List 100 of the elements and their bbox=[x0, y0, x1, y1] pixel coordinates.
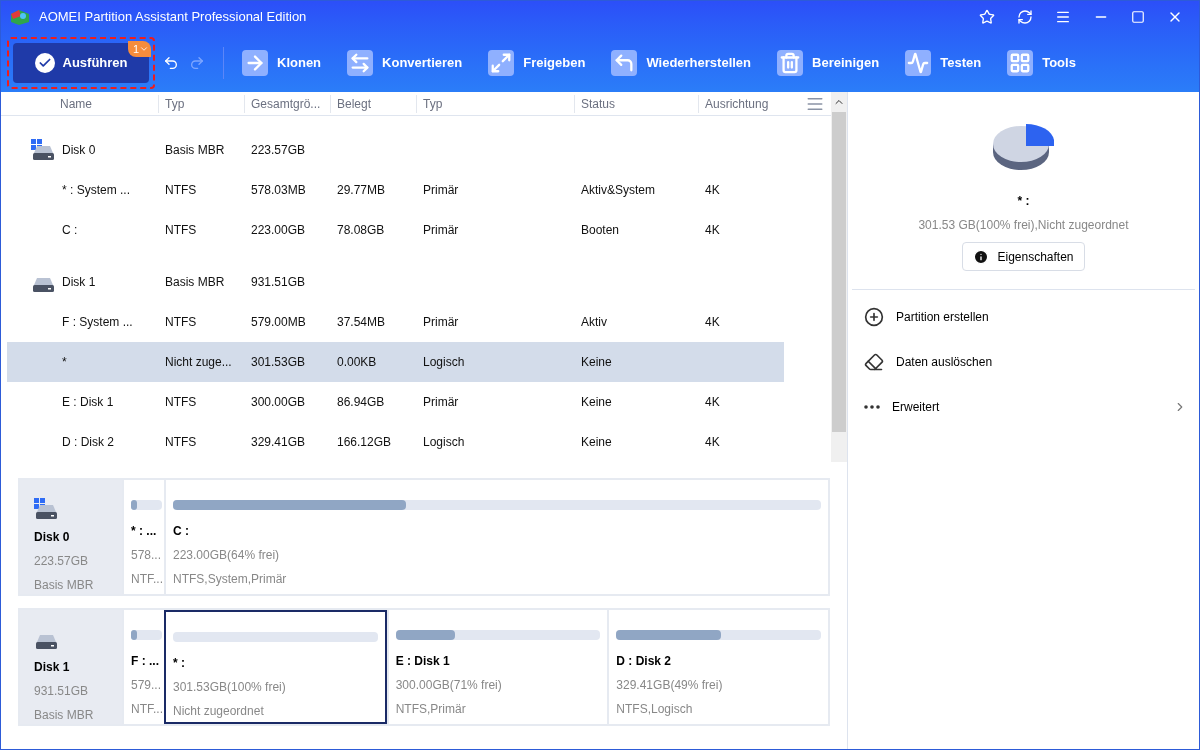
table-cell: 86.94GB bbox=[337, 395, 385, 409]
star-icon[interactable] bbox=[979, 9, 995, 25]
column-header[interactable]: Status bbox=[574, 94, 698, 113]
toolbar-tool[interactable]: Freigeben bbox=[488, 49, 586, 76]
table-cell: 329.41GB bbox=[251, 435, 306, 449]
partition-block[interactable]: * : 301.53GB(100% frei) Nicht zugeordnet bbox=[164, 610, 387, 724]
disk-type: Basis MBR bbox=[34, 577, 95, 594]
table-row[interactable]: * : System ... NTFS 578.03MB 29.77MB Primär Aktiv&System 4K bbox=[7, 170, 784, 210]
table-cell: NTFS bbox=[165, 435, 197, 449]
table-cell: 578.03MB bbox=[251, 183, 306, 197]
table-cell-text: E : Disk 1 bbox=[62, 394, 114, 411]
table-cell: 29.77MB bbox=[337, 183, 386, 197]
column-header[interactable]: Ausrichtung bbox=[698, 94, 784, 113]
partition-size: 329.41GB(49% frei) bbox=[616, 677, 724, 694]
table-cell: Keine bbox=[581, 395, 612, 409]
selected-partition-name: * : bbox=[1017, 193, 1030, 210]
pulse-icon bbox=[905, 49, 932, 76]
table-cell: 37.54MB bbox=[337, 315, 386, 329]
toolbar-tool[interactable]: Konvertieren bbox=[347, 49, 463, 76]
action-item[interactable]: Partition erstellen bbox=[848, 294, 1199, 339]
toolbar-tool[interactable]: Wiederherstellen bbox=[611, 49, 752, 76]
disk-size: 223.57GB bbox=[34, 553, 90, 570]
table-row[interactable]: Disk 0 Basis MBR 223.57GB bbox=[7, 130, 784, 170]
partition-name: F : ... bbox=[131, 653, 160, 670]
menu-icon[interactable] bbox=[1055, 9, 1071, 25]
undo-icon[interactable] bbox=[163, 54, 179, 71]
table-row[interactable]: Disk 1 Basis MBR 931.51GB bbox=[7, 262, 784, 302]
partition-block[interactable]: D : Disk 2 329.41GB(49% frei) NTFS,Logisch bbox=[607, 610, 828, 724]
table-cell: Logisch bbox=[423, 435, 465, 449]
toolbar-tool[interactable]: Bereinigen bbox=[777, 49, 880, 76]
table-cell: 223.00GB bbox=[251, 223, 306, 237]
scrollbar[interactable] bbox=[831, 92, 847, 462]
table-cell: 579.00MB bbox=[251, 315, 306, 329]
table-cell-text: * : System ... bbox=[62, 182, 130, 199]
column-header[interactable]: Typ bbox=[416, 94, 574, 113]
app-logo-icon bbox=[9, 8, 31, 26]
toolbar-tool[interactable]: Testen bbox=[905, 49, 982, 76]
partition-info: NTF... bbox=[131, 571, 162, 588]
partition-block[interactable]: F : ... 579... NTF... bbox=[122, 610, 164, 724]
column-header[interactable]: Typ bbox=[158, 94, 244, 113]
partition-info: NTFS,Primär bbox=[395, 701, 467, 718]
disk-info-panel[interactable]: Disk 1 931.51GB Basis MBR bbox=[20, 610, 122, 724]
table-cell: Aktiv bbox=[581, 315, 607, 329]
table-cell: NTFS bbox=[165, 395, 197, 409]
table-cell: Basis MBR bbox=[165, 275, 225, 289]
column-header[interactable]: Gesamtgrö... bbox=[244, 94, 330, 113]
action-item[interactable]: Erweitert bbox=[848, 384, 1199, 429]
partition-name: * : bbox=[173, 655, 186, 672]
table-cell: 0.00KB bbox=[337, 355, 377, 369]
toolbar-tool[interactable]: Tools bbox=[1007, 49, 1076, 76]
table-row[interactable]: E : Disk 1 NTFS 300.00GB 86.94GB Primär Keine 4K bbox=[7, 382, 784, 422]
table-cell: Primär bbox=[423, 223, 459, 237]
table-cell: NTFS bbox=[165, 223, 197, 237]
column-header[interactable]: Name bbox=[1, 94, 158, 113]
table-cell-text: Disk 0 bbox=[62, 142, 96, 159]
partition-name: * : ... bbox=[131, 523, 158, 540]
table-cell-text: D : Disk 2 bbox=[62, 434, 114, 451]
toolbar-tool[interactable]: Klonen bbox=[242, 49, 322, 76]
info-icon bbox=[973, 248, 990, 265]
disk-info-panel[interactable]: Disk 0 223.57GB Basis MBR bbox=[20, 480, 122, 594]
maximize-icon[interactable] bbox=[1131, 10, 1145, 24]
partition-size: 301.53GB(100% frei) bbox=[173, 679, 287, 696]
partition-size: 578... bbox=[131, 547, 162, 564]
table-row[interactable]: D : Disk 2 NTFS 329.41GB 166.12GB Logisch Keine 4K bbox=[7, 422, 784, 462]
column-header[interactable]: Belegt bbox=[330, 94, 416, 113]
partition-block[interactable]: * : ... 578... NTF... bbox=[122, 480, 164, 594]
table-cell: 223.57GB bbox=[251, 143, 306, 157]
grid-icon bbox=[1007, 49, 1034, 76]
partition-block[interactable]: E : Disk 1 300.00GB(71% frei) NTFS,Primär bbox=[386, 610, 608, 724]
table-cell: 931.51GB bbox=[251, 275, 306, 289]
table-cell: Basis MBR bbox=[165, 143, 225, 157]
refresh-icon[interactable] bbox=[1017, 9, 1033, 25]
table-cell: Booten bbox=[581, 223, 620, 237]
table-cell: NTFS bbox=[165, 183, 197, 197]
table-cell: Keine bbox=[581, 355, 612, 369]
table-row[interactable]: C : NTFS 223.00GB 78.08GB Primär Booten 4K bbox=[7, 210, 784, 250]
table-cell-text: F : System ... bbox=[62, 314, 133, 331]
table-cell: 301.53GB bbox=[251, 355, 306, 369]
table-cell: 78.08GB bbox=[337, 223, 385, 237]
disk-name: Disk 0 bbox=[34, 529, 71, 546]
partition-name: D : Disk 2 bbox=[616, 653, 673, 670]
table-row[interactable]: F : System ... NTFS 579.00MB 37.54MB Primär Aktiv 4K bbox=[7, 302, 784, 342]
table-cell: 4K bbox=[705, 435, 720, 449]
table-cell: Nicht zuge... bbox=[165, 355, 232, 369]
properties-button[interactable]: Eigenschaften bbox=[962, 242, 1085, 271]
table-cell: 300.00GB bbox=[251, 395, 306, 409]
table-cell: 166.12GB bbox=[337, 435, 392, 449]
more-icon bbox=[864, 404, 880, 409]
table-cell: Primär bbox=[423, 183, 459, 197]
table-row[interactable]: * Nicht zuge... 301.53GB 0.00KB Logisch Keine bbox=[7, 342, 784, 382]
table-cell: Primär bbox=[423, 315, 459, 329]
partition-size: 223.00GB(64% frei) bbox=[173, 547, 281, 564]
partition-block[interactable]: C : 223.00GB(64% frei) NTFS,System,Primär bbox=[164, 480, 828, 594]
diagonal-arrows-icon bbox=[488, 49, 515, 76]
table-cell: Aktiv&System bbox=[581, 183, 655, 197]
table-cell: 4K bbox=[705, 223, 720, 237]
partition-name: C : bbox=[173, 523, 190, 540]
disk-size: 931.51GB bbox=[34, 683, 90, 700]
action-item[interactable]: Daten auslöschen bbox=[848, 339, 1199, 384]
disk-type: Basis MBR bbox=[34, 707, 95, 724]
